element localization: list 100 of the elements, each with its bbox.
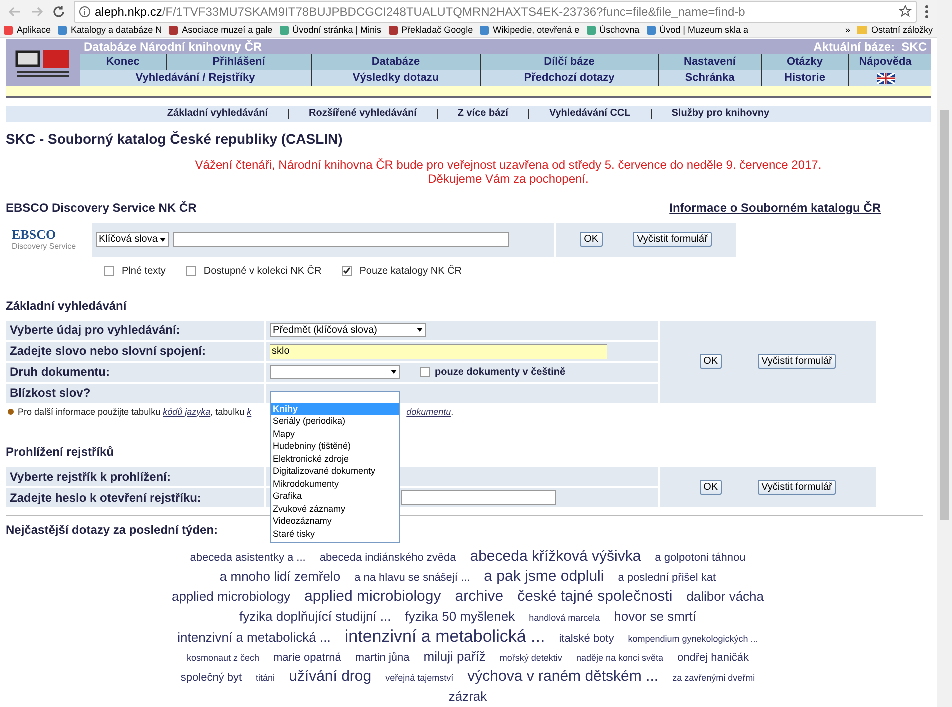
popular-query-link[interactable]: miluji paříž [424,647,486,667]
nav-link[interactable]: Otázky [786,54,824,70]
heading-field[interactable] [401,490,556,505]
search-term-field[interactable]: sklo [270,344,607,358]
sub-nav-link[interactable]: Základní vyhledávání [167,106,268,122]
popular-query-link[interactable]: intenzivní a metabolická ... [344,627,546,647]
popular-query-link[interactable]: abeceda asistentky a ... [190,548,306,568]
nav-link[interactable]: Nastavení [684,54,736,70]
popular-query-link[interactable]: mořský detektiv [500,648,562,668]
search-type-select[interactable]: Klíčová slova [96,232,169,247]
nav-link[interactable]: Přihlášení [212,54,266,70]
closure-notice: Vážení čtenáři, Národní knihovna ČR bude pro veřejnost uzavřena od středy 5. července do neděle 9. července 2017. [195,158,822,172]
bookmark[interactable]: Úschovna [586,24,640,38]
menu-icon[interactable] [925,4,929,19]
popular-query-link[interactable]: abeceda křížková výšivka [470,547,642,567]
popular-query-link[interactable]: naděje na konci světa [576,648,664,668]
popular-query-link[interactable]: veřejná tajemství [386,668,454,688]
popular-query-link[interactable]: ondřej haničák [678,648,750,668]
ok-button[interactable]: OK [580,232,603,247]
nav-link[interactable]: Databáze [372,54,420,70]
popular-query-link[interactable]: hovor se smrtí [614,607,696,627]
popular-query-link[interactable]: fyzika 50 myšlenek [405,607,516,627]
nav-link[interactable]: Dílčí báze [544,54,595,70]
popular-query-link[interactable]: užívání drog [289,667,372,687]
table-link[interactable]: k [247,406,252,416]
forward-icon[interactable] [30,4,44,19]
nav-link[interactable]: Schránka [685,70,735,86]
dropdown-option[interactable]: Grafika [271,490,399,502]
popular-query-link[interactable]: abeceda indiánského zvěda [320,548,456,568]
popular-query-link[interactable]: a mnoho lidí zemřelo [220,567,341,587]
checkbox[interactable] [420,367,430,377]
popular-query-link[interactable]: martin jůna [355,648,410,668]
popular-query-link[interactable]: za zavřenými dveřmi [672,668,756,688]
checkbox[interactable] [186,266,196,276]
popular-query-link[interactable]: applied microbiology [304,587,442,607]
select-field[interactable]: Předmět (klíčová slova) [270,323,426,337]
reload-icon[interactable] [52,4,66,19]
nav-link[interactable]: Vyhledávání / Rejstříky [136,70,256,86]
bookmark[interactable]: Asociace muzeí a gale [169,24,273,38]
bookmark[interactable]: Wikipedie, otevřená e [480,24,580,38]
popular-query-link[interactable]: a golpotoni táhnou [655,548,746,568]
bookmark[interactable]: Úvodní stránka | Minis [280,24,382,38]
star-icon[interactable] [899,5,912,18]
sub-nav-link[interactable]: Z více bází [458,106,508,122]
popular-query-link[interactable]: intenzivní a metabolická ... [178,628,331,648]
address-bar[interactable]: aleph.nkp.cz/F/1TVF33MU7SKAM9IT78BUJPBDCGCI248TUALUTQMRN2HAXTS4EK-23736?func=file&file_name=find-b [74,0,917,23]
checkbox[interactable] [342,266,352,276]
dropdown-option[interactable]: Elektronické zdroje [271,452,399,465]
popular-query-link[interactable]: společný byt [180,668,242,688]
document-types-link[interactable]: dokumentu [406,406,452,416]
dropdown-option[interactable]: Mikrodokumenty [271,478,399,490]
bookmark[interactable]: Katalogy a databáze N [58,24,162,38]
nav-link[interactable]: Výsledky dotazu [352,70,440,86]
nav-link[interactable]: Historie [784,70,826,86]
popular-query-link[interactable]: fyzika doplňující studijní ... [240,607,392,627]
dropdown-option[interactable]: Videozáznamy [271,515,399,528]
bookmark[interactable]: Překladač Google [388,24,474,38]
dropdown-option[interactable]: Seriály (periodika) [271,415,399,428]
nav-link[interactable]: Předchozí dotazy [524,70,615,86]
sub-nav-link[interactable]: Služby pro knihovny [672,106,770,122]
search-field[interactable] [172,232,509,247]
nav-link[interactable]: Nápověda [859,54,912,70]
bookmark[interactable]: Ostatní záložky [857,24,933,38]
clear-form-button[interactable]: Vyčistit formulář [758,480,836,494]
language-codes-link[interactable]: kódů jazyka [163,406,211,416]
bookmark[interactable]: Aplikace [4,24,52,38]
clear-form-button[interactable]: Vyčistit formulář [758,354,836,369]
sub-nav-link[interactable]: Rozšířené vyhledávání [309,106,417,122]
popular-query-link[interactable]: a pak jsme odpluli [484,567,604,587]
ok-button[interactable]: OK [700,480,722,494]
popular-query-link[interactable]: applied microbiology [172,587,290,607]
popular-query-link[interactable]: kosmonaut z čech [186,648,260,668]
popular-query-link[interactable]: kompendium gynekologických ... [628,629,758,649]
popular-query-link[interactable]: italské boty [559,629,614,649]
popular-query-link[interactable]: marie opatrná [273,648,342,668]
nav-link[interactable]: Konec [106,54,140,70]
checkbox[interactable] [104,266,114,276]
back-icon[interactable] [8,4,22,19]
popular-query-link[interactable]: titáni [256,668,276,688]
dropdown-option[interactable]: Mapy [271,428,399,440]
select-field[interactable] [270,365,400,379]
ok-button[interactable]: OK [700,354,722,369]
popular-query-link[interactable]: české tajné společnosti [518,587,673,607]
bookmark[interactable]: Úvod | Muzeum skla a [646,24,749,38]
dropdown-option[interactable]: Hudebniny (tištěné) [271,440,399,452]
info-link[interactable]: Informace o Souborném katalogu ČR [670,198,881,216]
popular-query-link[interactable]: archive [455,587,504,607]
popular-query-link[interactable]: dalibor vácha [686,587,764,607]
clear-form-button[interactable]: Vyčistit formulář [633,232,712,247]
dropdown-option[interactable]: Digitalizované dokumenty [271,465,399,478]
popular-query-link[interactable]: a na hlavu se snášejí ... [354,568,470,588]
flag-icon[interactable] [876,72,894,84]
dropdown-option[interactable]: Zvukové záznamy [271,502,399,515]
popular-query-link[interactable]: výchova v raném dětském ... [468,667,659,687]
sub-nav-link[interactable]: Vyhledávání CCL [549,106,631,122]
popular-query-link[interactable]: a poslední přišel kat [618,568,716,588]
dropdown-option[interactable]: Staré tisky [271,528,399,540]
popular-query-link[interactable]: zázrak [448,687,488,707]
popular-query-link[interactable]: handlová marcela [529,608,600,628]
bookmarks-overflow[interactable]: » [845,24,850,38]
